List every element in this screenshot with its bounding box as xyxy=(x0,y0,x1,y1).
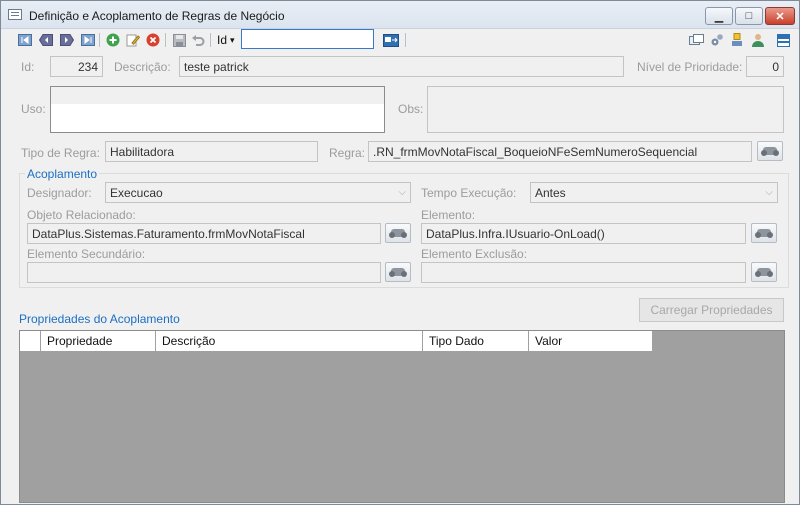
search-field-dropdown[interactable]: Id ▾ xyxy=(217,32,235,48)
grid-header-tipo-dado[interactable]: Tipo Dado xyxy=(423,331,529,352)
carregar-propriedades-button[interactable]: Carregar Propriedades xyxy=(639,298,784,322)
toolbar-separator xyxy=(165,33,166,47)
add-icon[interactable] xyxy=(105,32,121,48)
window-title: Definição e Acoplamento de Regras de Neg… xyxy=(29,9,285,23)
elemento-lookup-button[interactable] xyxy=(751,223,777,243)
search-go-icon[interactable] xyxy=(382,32,400,48)
designador-select[interactable]: Execucao ⌵ xyxy=(105,182,411,203)
minimize-button[interactable]: ▁ xyxy=(705,7,733,25)
propriedades-grid[interactable]: Propriedade Descrição Tipo Dado Valor xyxy=(19,330,785,503)
panel-toggle-icon[interactable] xyxy=(775,32,791,48)
chevron-down-icon: ⌵ xyxy=(398,187,406,198)
secundario-lookup-button[interactable] xyxy=(385,262,411,282)
tempo-execucao-label: Tempo Execução: xyxy=(421,186,517,200)
id-field[interactable]: 234 xyxy=(50,56,103,77)
obs-label: Obs: xyxy=(398,102,424,116)
elemento-exclusao-label: Elemento Exclusão: xyxy=(421,247,528,261)
objeto-relacionado-label: Objeto Relacionado: xyxy=(27,208,136,222)
obs-textarea[interactable] xyxy=(427,86,784,133)
undo-icon[interactable] xyxy=(190,32,206,48)
binoculars-icon xyxy=(755,229,773,238)
toolbar-separator xyxy=(99,33,100,47)
toolbar-separator xyxy=(210,33,211,47)
exclusao-lookup-button[interactable] xyxy=(751,262,777,282)
elemento-field[interactable]: DataPlus.Infra.IUsuario-OnLoad() xyxy=(421,223,746,244)
delete-icon[interactable] xyxy=(145,32,161,48)
settings-gear-icon[interactable] xyxy=(709,32,725,48)
binoculars-icon xyxy=(389,229,407,238)
search-input[interactable] xyxy=(241,29,374,49)
close-button[interactable]: ✕ xyxy=(765,7,795,25)
regra-field[interactable]: .RN_frmMovNotaFiscal_BoqueioNFeSemNumero… xyxy=(368,141,752,162)
tipo-regra-label: Tipo de Regra: xyxy=(21,146,100,160)
next-record-icon[interactable] xyxy=(59,32,75,48)
elemento-secundario-field[interactable] xyxy=(27,262,381,283)
id-label: Id: xyxy=(21,60,35,74)
search-field-label: Id xyxy=(217,33,228,47)
chevron-down-icon: ▾ xyxy=(230,34,235,45)
window-list-icon[interactable] xyxy=(688,32,704,48)
title-bar[interactable]: Definição e Acoplamento de Regras de Neg… xyxy=(1,1,799,29)
user-icon[interactable] xyxy=(750,32,766,48)
chevron-down-icon: ⌵ xyxy=(765,187,773,198)
designador-value: Execucao xyxy=(110,186,163,200)
acoplamento-title: Acoplamento xyxy=(25,167,100,181)
previous-record-icon[interactable] xyxy=(38,32,54,48)
toolbar-separator xyxy=(405,33,406,47)
regra-label: Regra: xyxy=(329,146,366,160)
designador-label: Designador: xyxy=(27,186,92,200)
objeto-lookup-button[interactable] xyxy=(385,223,411,243)
grid-header-selector xyxy=(20,331,41,352)
first-record-icon[interactable] xyxy=(17,32,33,48)
propriedades-title: Propriedades do Acoplamento xyxy=(19,312,180,326)
elemento-secundario-label: Elemento Secundário: xyxy=(27,247,146,261)
grid-header-valor[interactable]: Valor xyxy=(529,331,653,352)
save-icon[interactable] xyxy=(171,32,187,48)
descricao-label: Descrição: xyxy=(114,60,171,74)
edit-icon[interactable] xyxy=(125,32,141,48)
tipo-regra-field[interactable]: Habilitadora xyxy=(105,141,318,162)
regra-lookup-button[interactable] xyxy=(757,141,783,161)
descricao-field[interactable]: teste patrick xyxy=(179,56,624,77)
elemento-exclusao-field[interactable] xyxy=(421,262,746,283)
objeto-relacionado-field[interactable]: DataPlus.Sistemas.Faturamento.frmMovNota… xyxy=(27,223,381,244)
grid-header-descricao[interactable]: Descrição xyxy=(156,331,423,352)
uso-textarea-header xyxy=(51,87,384,104)
tempo-execucao-value: Antes xyxy=(535,186,566,200)
last-record-icon[interactable] xyxy=(80,32,96,48)
main-window: Definição e Acoplamento de Regras de Neg… xyxy=(0,0,800,505)
maximize-button[interactable]: □ xyxy=(735,7,763,25)
binoculars-icon xyxy=(389,268,407,277)
window-form-icon xyxy=(8,9,22,20)
binoculars-icon xyxy=(755,268,773,277)
uso-label: Uso: xyxy=(21,102,46,116)
prioridade-label: Nível de Prioridade: xyxy=(637,60,743,74)
tempo-execucao-select[interactable]: Antes ⌵ xyxy=(530,182,778,203)
prioridade-field[interactable]: 0 xyxy=(746,56,784,77)
toolbar: Id ▾ xyxy=(1,29,799,51)
binoculars-icon xyxy=(761,147,779,156)
grid-header: Propriedade Descrição Tipo Dado Valor xyxy=(20,331,653,352)
highlight-icon[interactable] xyxy=(729,32,745,48)
elemento-label: Elemento: xyxy=(421,208,476,222)
uso-textarea[interactable] xyxy=(50,86,385,133)
grid-header-propriedade[interactable]: Propriedade xyxy=(41,331,156,352)
